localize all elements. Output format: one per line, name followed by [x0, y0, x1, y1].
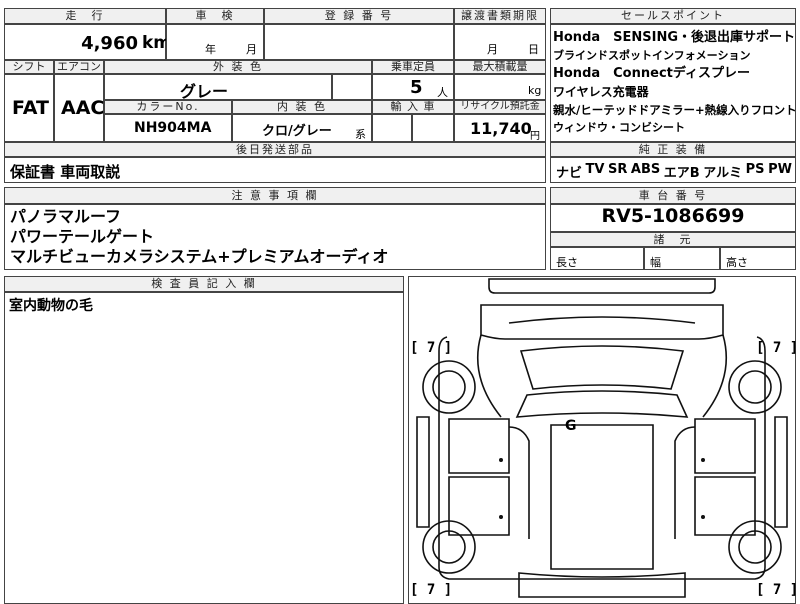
sales-point-item: 親水/ヒーテッドドアミラー+熱線入りフロント — [553, 103, 797, 117]
damage-mark-top-right: [ 7 ] — [756, 340, 799, 356]
inspector-note: 室内動物の毛 — [9, 298, 93, 314]
note-item: パワーテールゲート — [10, 227, 155, 246]
damage-mark-top-left: [ 7 ] — [410, 340, 453, 356]
equipment-item: TV — [585, 162, 605, 177]
transfer-day-unit: 日 — [528, 43, 539, 56]
inspector-header: 検 査 員 記 入 欄 — [4, 276, 404, 292]
equipment-item: ABS — [630, 162, 661, 177]
recycle-unit: 円 — [530, 131, 540, 142]
chassis-no-header: 車 台 番 号 — [550, 187, 796, 204]
dimensions-length-label: 長さ — [556, 256, 578, 269]
registration-cell — [264, 24, 454, 60]
dimensions-header: 諸 元 — [550, 232, 796, 247]
notes-list: パノラマルーフ パワーテールゲート マルチビューカメラシステム+プレミアムオーデ… — [10, 207, 388, 267]
import-header: 輸 入 車 — [372, 100, 454, 114]
dimensions-width-label: 幅 — [650, 256, 661, 269]
sales-point-item: ワイヤレス充電器 — [553, 85, 649, 99]
equipment-item: ナビ — [556, 166, 583, 181]
registration-header: 登 録 番 号 — [264, 8, 454, 24]
inspection-year-unit: 年 — [205, 43, 216, 56]
exterior-color-header: 外 装 色 — [104, 60, 372, 74]
equipment-item: PS — [745, 162, 765, 177]
exterior-color-value: グレー — [180, 82, 229, 101]
recycle-value: 11,740 — [470, 119, 532, 138]
import-cell-b — [412, 114, 454, 142]
dimensions-height-label: 高さ — [726, 256, 748, 269]
capacity-value: 5 — [410, 77, 423, 98]
top-strip — [0, 0, 800, 8]
car-body-diagram — [416, 278, 788, 598]
sales-point-list: Honda SENSING・後退出庫サポート ブラインドスポットインフォメーショ… — [553, 29, 797, 137]
recycle-header: リサイクル預託金 — [454, 100, 546, 114]
genuine-equipment-header: 純 正 装 備 — [550, 142, 796, 157]
note-item: パノラマルーフ — [10, 207, 122, 226]
equipment-item: PW — [768, 162, 792, 177]
transfer-header: 譲渡書類期限 — [454, 8, 546, 24]
mileage-value: 4,960 — [81, 33, 138, 54]
exterior-color-extra — [332, 74, 372, 100]
inspection-month-unit: 月 — [246, 43, 257, 56]
sales-point-item: ブラインドスポットインフォメーション — [553, 49, 751, 62]
sales-point-item: Honda Connectディスプレー — [553, 66, 750, 81]
shift-header: シフト — [4, 60, 54, 74]
max-load-unit: kg — [528, 84, 542, 97]
import-cell-a — [372, 114, 412, 142]
color-no-header: カラーNo. — [104, 100, 232, 114]
damage-mark-bottom-left: [ 7 ] — [410, 582, 453, 598]
mileage-header: 走 行 — [4, 8, 166, 24]
aircon-header: エアコン — [54, 60, 104, 74]
equipment-item: エアB — [663, 166, 700, 181]
inspection-header: 車 検 — [166, 8, 264, 24]
sales-point-header: セールスポイント — [550, 8, 796, 24]
equipment-item: アルミ — [703, 166, 743, 181]
chassis-no-value: RV5-1086699 — [601, 205, 745, 227]
aircon-value: AAC — [61, 97, 105, 119]
max-load-header: 最大積載量 — [454, 60, 546, 74]
sales-point-item: ウィンドウ・コンビシート — [553, 121, 685, 134]
damage-mark-center: G — [565, 418, 577, 434]
interior-color-suffix: 系 — [355, 128, 366, 141]
interior-color-value: クロ/グレー — [262, 124, 332, 139]
interior-color-header: 内 装 色 — [232, 100, 372, 114]
equipment-item: SR — [608, 162, 628, 177]
notes-header: 注 意 事 項 欄 — [4, 187, 546, 204]
genuine-equipment-list: ナビ TV SR ABS エアB アルミ PS PW — [556, 162, 792, 181]
shift-value: FAT — [12, 97, 49, 119]
later-parts-value: 保証書 車両取説 — [10, 163, 121, 181]
inspector-cell — [4, 292, 404, 604]
later-parts-header: 後日発送部品 — [4, 142, 546, 157]
capacity-unit: 人 — [437, 86, 448, 99]
sales-point-item: Honda SENSING・後退出庫サポート — [553, 30, 796, 45]
note-item: マルチビューカメラシステム+プレミアムオーディオ — [10, 247, 389, 266]
transfer-month-unit: 月 — [487, 43, 498, 56]
damage-mark-bottom-right: [ 7 ] — [756, 582, 799, 598]
capacity-header: 乗車定員 — [372, 60, 454, 74]
color-no-value: NH904MA — [134, 120, 212, 136]
